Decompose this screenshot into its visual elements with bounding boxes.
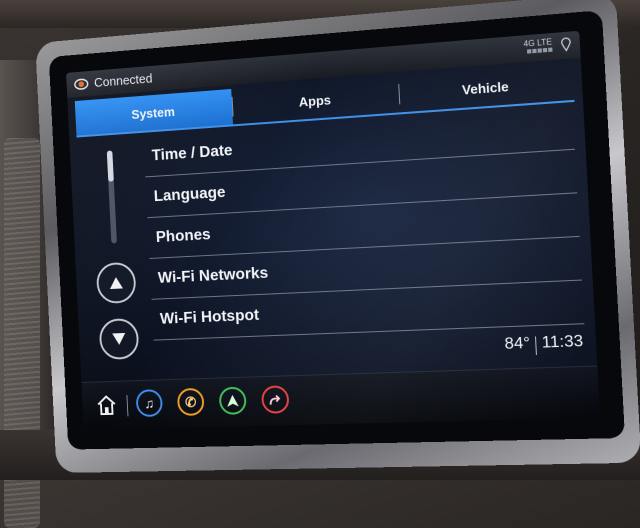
tab-label: Vehicle [461, 78, 510, 98]
navigation-icon[interactable] [218, 386, 247, 415]
list-item-label: Time / Date [151, 141, 233, 164]
settings-list: Time / Date Language Phones Wi-Fi Networ… [143, 106, 585, 341]
infotainment-screen: Connected 4G LTE System Apps Vehicle Tim… [66, 30, 601, 431]
connection-status: Connected [93, 70, 153, 90]
tab-label: Apps [298, 91, 332, 110]
signal-bars [526, 47, 553, 54]
route-icon[interactable] [260, 385, 290, 414]
tab-system[interactable]: System [74, 88, 234, 136]
clock: 11:33 [541, 332, 584, 352]
list-item-label: Phones [155, 225, 211, 246]
phone-icon[interactable]: ✆ [176, 387, 205, 417]
outside-temperature: 84° [504, 334, 531, 353]
home-icon[interactable] [95, 393, 118, 417]
info-divider [534, 336, 537, 356]
list-item-label: Language [153, 183, 226, 205]
scroll-thumb[interactable] [106, 150, 114, 182]
list-item-label: Wi-Fi Networks [157, 264, 269, 287]
arrow-up-icon [109, 276, 123, 290]
dock-divider [126, 395, 129, 417]
scroll-up-button[interactable] [95, 261, 137, 305]
music-note-icon[interactable]: ♫ [135, 389, 164, 418]
connected-icon [72, 77, 91, 92]
list-scrollbar[interactable] [106, 150, 117, 244]
route-arrow [268, 392, 282, 406]
location-pin-icon [560, 37, 571, 52]
arrow-down-icon [112, 332, 126, 346]
display-glass: Connected 4G LTE System Apps Vehicle Tim… [48, 10, 626, 450]
app-dock: ♫ ✆ [81, 365, 601, 431]
tab-apps[interactable]: Apps [232, 76, 399, 124]
list-item-label: Wi-Fi Hotspot [159, 306, 260, 328]
tab-vehicle[interactable]: Vehicle [398, 63, 574, 113]
scroll-down-button[interactable] [98, 317, 140, 361]
tab-label: System [131, 103, 176, 122]
navigation-arrow [226, 394, 239, 407]
